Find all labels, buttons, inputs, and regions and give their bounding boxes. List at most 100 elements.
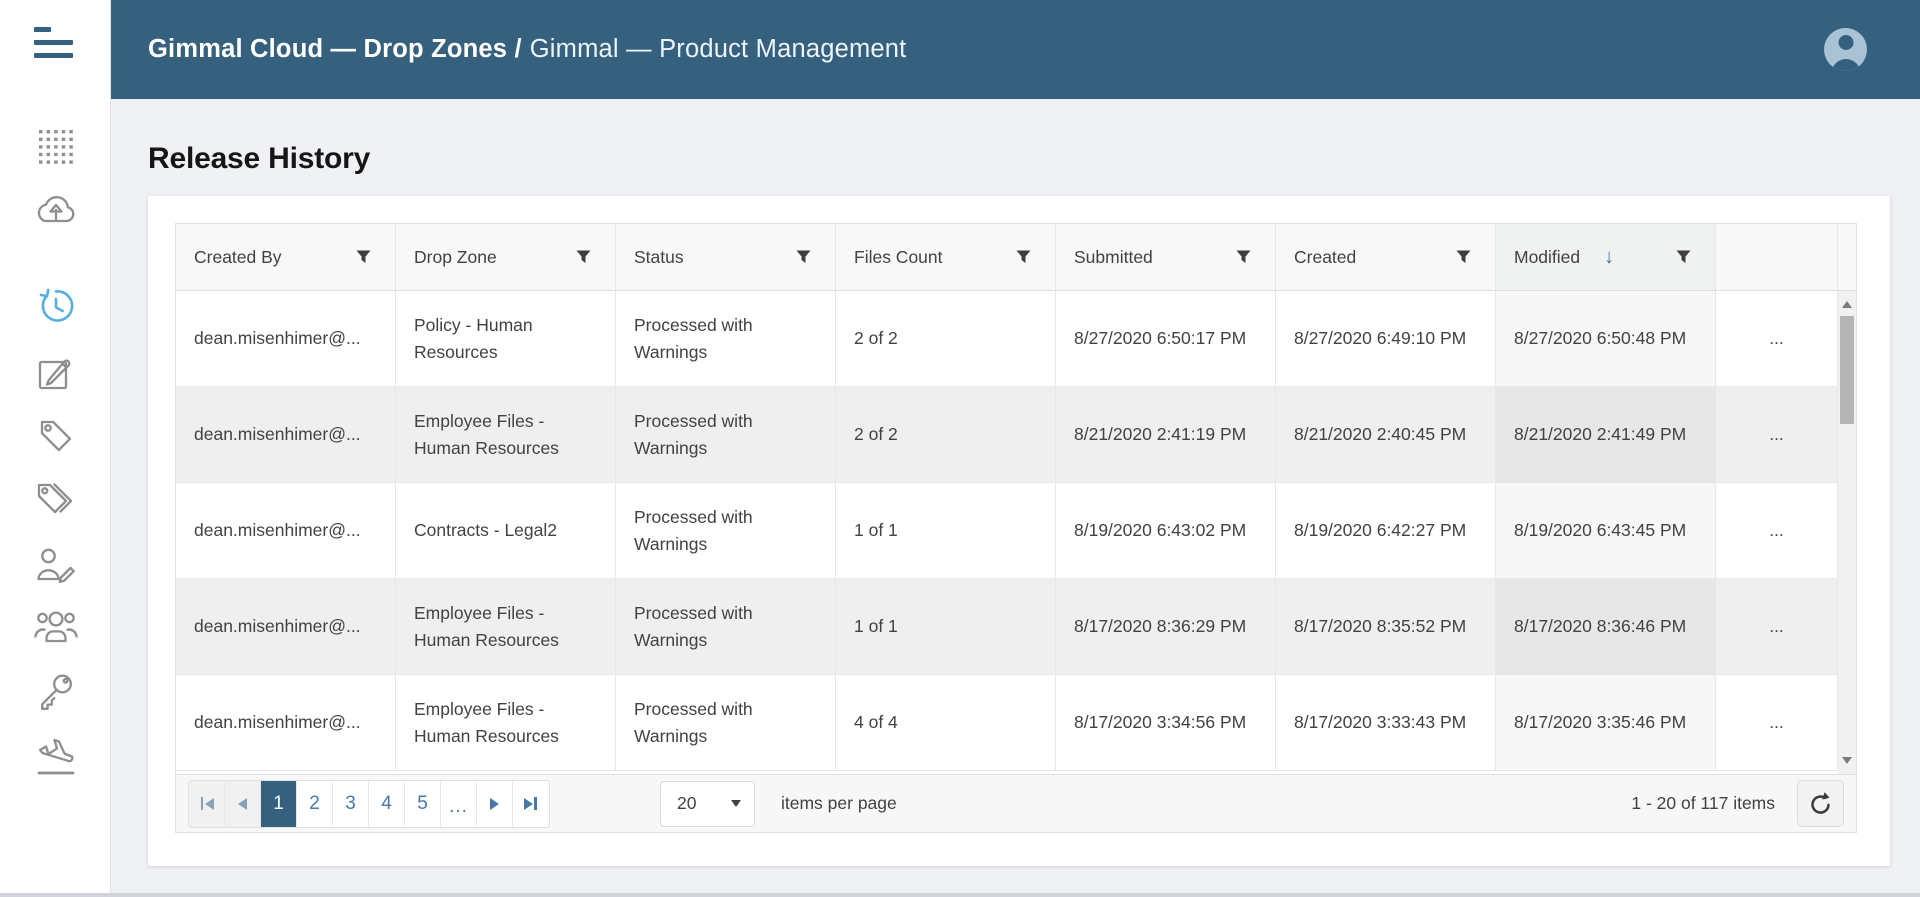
filter-icon[interactable]: [1456, 250, 1471, 264]
column-header-submitted[interactable]: Submitted: [1056, 224, 1276, 290]
breadcrumb: Gimmal Cloud — Drop Zones /Gimmal — Prod…: [148, 35, 906, 64]
table-row[interactable]: dean.misenhimer@... Policy - Human Resou…: [176, 291, 1838, 387]
cell-created: 8/17/2020 3:33:43 PM: [1276, 675, 1496, 770]
previous-page-icon: [238, 798, 247, 810]
last-page-button[interactable]: [513, 781, 549, 827]
plane-landing-icon[interactable]: [0, 733, 111, 779]
page-button-1[interactable]: 1: [261, 781, 297, 827]
history-icon[interactable]: [0, 285, 111, 329]
top-header-bar: Gimmal Cloud — Drop Zones /Gimmal — Prod…: [111, 0, 1920, 99]
refresh-button[interactable]: [1797, 780, 1844, 827]
cell-files-count: 2 of 2: [836, 291, 1056, 386]
first-page-icon: [205, 798, 214, 810]
cell-status: Processed with Warnings: [616, 483, 836, 578]
cell-drop-zone: Employee Files - Human Resources: [396, 387, 616, 482]
cell-drop-zone: Employee Files - Human Resources: [396, 579, 616, 674]
chevron-down-icon: [731, 800, 741, 807]
filter-icon[interactable]: [1016, 250, 1031, 264]
filter-icon[interactable]: [1676, 250, 1691, 264]
cell-modified: 8/21/2020 2:41:49 PM: [1496, 387, 1716, 482]
cell-modified: 8/17/2020 3:35:46 PM: [1496, 675, 1716, 770]
table-row[interactable]: dean.misenhimer@... Employee Files - Hum…: [176, 387, 1838, 483]
scrollbar-thumb[interactable]: [1840, 316, 1854, 424]
cell-files-count: 4 of 4: [836, 675, 1056, 770]
vertical-scrollbar[interactable]: [1838, 291, 1856, 774]
column-header-modified[interactable]: Modified ↓: [1496, 224, 1716, 290]
table-row[interactable]: dean.misenhimer@... Employee Files - Hum…: [176, 579, 1838, 675]
page-size-select[interactable]: 20: [660, 781, 755, 827]
cell-submitted: 8/19/2020 6:43:02 PM: [1056, 483, 1276, 578]
page-size-value: 20: [677, 793, 696, 814]
table-row[interactable]: dean.misenhimer@... Contracts - Legal2 P…: [176, 483, 1838, 579]
cell-files-count: 1 of 1: [836, 579, 1056, 674]
cell-modified: 8/27/2020 6:50:48 PM: [1496, 291, 1716, 386]
next-page-icon: [490, 798, 499, 810]
cell-submitted: 8/27/2020 6:50:17 PM: [1056, 291, 1276, 386]
column-label: Files Count: [854, 247, 943, 268]
cell-modified: 8/19/2020 6:43:45 PM: [1496, 483, 1716, 578]
scroll-up-icon[interactable]: [1842, 301, 1852, 308]
pagination-buttons: 1 2 3 4 5 ...: [188, 780, 550, 828]
first-page-button[interactable]: [189, 781, 225, 827]
cell-created-by: dean.misenhimer@...: [176, 483, 396, 578]
cell-status: Processed with Warnings: [616, 675, 836, 770]
row-actions-button[interactable]: ...: [1716, 675, 1838, 770]
column-label: Modified: [1514, 247, 1580, 268]
user-edit-icon[interactable]: [0, 545, 111, 585]
page-button-5[interactable]: 5: [405, 781, 441, 827]
next-page-button[interactable]: [477, 781, 513, 827]
cell-created: 8/19/2020 6:42:27 PM: [1276, 483, 1496, 578]
release-history-grid: Created By Drop Zone Status Files Count …: [175, 223, 1857, 833]
tag-icon[interactable]: [0, 415, 111, 457]
edit-icon[interactable]: [0, 352, 111, 394]
cell-status: Processed with Warnings: [616, 387, 836, 482]
key-icon[interactable]: [0, 671, 111, 713]
cell-submitted: 8/21/2020 2:41:19 PM: [1056, 387, 1276, 482]
cell-created-by: dean.misenhimer@...: [176, 387, 396, 482]
users-icon[interactable]: [0, 607, 111, 647]
release-history-card: Created By Drop Zone Status Files Count …: [148, 196, 1890, 866]
page-button-3[interactable]: 3: [333, 781, 369, 827]
scroll-down-icon[interactable]: [1842, 757, 1852, 764]
previous-page-button[interactable]: [225, 781, 261, 827]
page-title: Release History: [148, 142, 370, 176]
grid-header-row: Created By Drop Zone Status Files Count …: [176, 224, 1856, 291]
row-actions-button[interactable]: ...: [1716, 579, 1838, 674]
row-actions-button[interactable]: ...: [1716, 291, 1838, 386]
cell-status: Processed with Warnings: [616, 579, 836, 674]
filter-icon[interactable]: [576, 250, 591, 264]
column-label: Submitted: [1074, 247, 1153, 268]
cell-created-by: dean.misenhimer@...: [176, 675, 396, 770]
grid-pager: 1 2 3 4 5 ... 20 items per page 1 - 20 o…: [176, 774, 1856, 832]
cell-files-count: 2 of 2: [836, 387, 1056, 482]
grid-dots-icon[interactable]: [0, 127, 111, 167]
column-header-actions: [1716, 224, 1838, 290]
filter-icon[interactable]: [1236, 250, 1251, 264]
cell-drop-zone: Contracts - Legal2: [396, 483, 616, 578]
cloud-upload-icon[interactable]: [0, 189, 111, 229]
filter-icon[interactable]: [796, 250, 811, 264]
page-button-2[interactable]: 2: [297, 781, 333, 827]
cell-submitted: 8/17/2020 3:34:56 PM: [1056, 675, 1276, 770]
items-per-page-label: items per page: [781, 793, 897, 814]
row-actions-button[interactable]: ...: [1716, 387, 1838, 482]
user-avatar-button[interactable]: [1824, 28, 1867, 71]
cell-status: Processed with Warnings: [616, 291, 836, 386]
column-header-created[interactable]: Created: [1276, 224, 1496, 290]
row-actions-button[interactable]: ...: [1716, 483, 1838, 578]
cell-created: 8/27/2020 6:49:10 PM: [1276, 291, 1496, 386]
menu-icon[interactable]: [34, 27, 73, 58]
table-row[interactable]: dean.misenhimer@... Employee Files - Hum…: [176, 675, 1838, 771]
tags-icon[interactable]: [0, 479, 111, 521]
column-header-created-by[interactable]: Created By: [176, 224, 396, 290]
filter-icon[interactable]: [356, 250, 371, 264]
column-header-status[interactable]: Status: [616, 224, 836, 290]
cell-created: 8/21/2020 2:40:45 PM: [1276, 387, 1496, 482]
more-pages-button[interactable]: ...: [441, 781, 477, 827]
refresh-icon: [1808, 791, 1833, 816]
column-header-files-count[interactable]: Files Count: [836, 224, 1056, 290]
page-button-4[interactable]: 4: [369, 781, 405, 827]
column-header-drop-zone[interactable]: Drop Zone: [396, 224, 616, 290]
last-page-icon: [524, 798, 533, 810]
page-range-label: 1 - 20 of 117 items: [1631, 793, 1775, 814]
